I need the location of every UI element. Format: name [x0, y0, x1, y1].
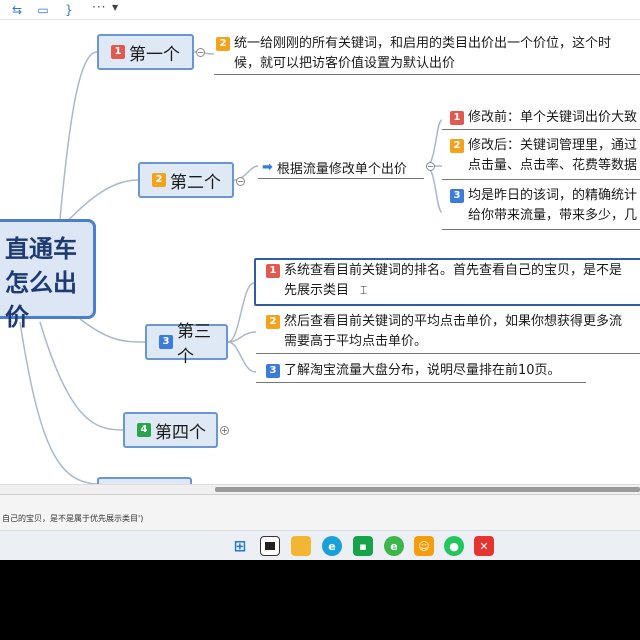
status-text: 自己的宝贝，是不是属于优先展示类目'): [2, 514, 144, 523]
topic-2-item-1[interactable]: 1 修改前：单个关键词出价大致: [450, 108, 640, 128]
topic-3-item-3[interactable]: 3 了解淘宝流量大盘分布，说明尽量排在前10页。: [266, 361, 640, 381]
wechat-icon[interactable]: ●: [444, 536, 464, 556]
topic-2-item-2[interactable]: 2 修改后：关键词管理里，通过 点击量、点击率、花费等数据: [450, 136, 640, 176]
topic-3-item-1[interactable]: 1 系统查看目前关键词的排名。首先查看自己的宝贝，是不是 先展示类目: [266, 261, 640, 301]
status-bar: 自己的宝贝，是不是属于优先展示类目'): [0, 494, 640, 530]
arrow-right-icon: ➡: [262, 160, 273, 175]
collapse-toggle-topic-2[interactable]: −: [236, 177, 245, 186]
priority-2-icon: 2: [152, 173, 166, 187]
topic-4-label: 第四个: [155, 422, 206, 443]
topic-3-item-2-underline: [256, 353, 640, 354]
topic-2-arrow-underline: [258, 178, 424, 179]
topic-3-item-2-line1: 然后查看目前关键词的平均点击单价，如果你想获得更多流: [284, 314, 623, 329]
windows-taskbar: ⊞ e ▪ e ☺ ● ✕: [0, 530, 640, 560]
topic-1-detail[interactable]: 2 统一给刚刚的所有关键词，和启用的类目出价出一个价位，这个时 候，就可以把访客…: [216, 34, 640, 74]
scrollbar-thumb[interactable]: [215, 487, 640, 492]
collapse-toggle-topic-1[interactable]: −: [196, 48, 205, 57]
collapse-toggle-topic-2-sub[interactable]: −: [426, 162, 435, 171]
topic-1-label: 第一个: [129, 44, 180, 65]
topic-4[interactable]: 4 第四个: [123, 412, 218, 448]
toolbar: ⇆ ▭ } ··· ▼: [0, 0, 640, 20]
topic-3-item-1-line2: 先展示类目: [284, 283, 350, 298]
priority-2-icon: 2: [266, 315, 280, 329]
topic-3-item-3-underline: [256, 382, 586, 383]
topic-3-item-1-line1: 系统查看目前关键词的排名。首先查看自己的宝贝，是不是: [284, 263, 623, 278]
priority-3-icon: 3: [266, 364, 280, 378]
more-icon[interactable]: ···: [92, 0, 106, 14]
central-topic-text: 直通车 怎么出价: [5, 235, 77, 331]
priority-2-icon: 2: [450, 139, 464, 153]
xmind-icon[interactable]: ✕: [474, 536, 494, 556]
priority-4-icon: 4: [137, 423, 151, 437]
topic-3-item-3-line1: 了解淘宝流量大盘分布，说明尽量排在前10页。: [284, 363, 561, 378]
task-view-icon[interactable]: [260, 536, 280, 556]
chevron-down-icon[interactable]: ▼: [112, 3, 118, 12]
topic-1-detail-line2: 候，就可以把访客价值设置为默认出价: [234, 56, 456, 71]
topic-2-item-1-underline: [442, 129, 640, 130]
topic-3[interactable]: 3 第三个: [145, 322, 228, 367]
priority-1-icon: 1: [111, 45, 125, 59]
app-icon[interactable]: ☺: [414, 536, 434, 556]
priority-3-icon: 3: [450, 189, 464, 203]
priority-2-icon: 2: [216, 37, 230, 51]
store-icon[interactable]: ▪: [353, 536, 373, 556]
screen: ⇆ ▭ } ··· ▼ 直通车 怎么出价 1 第一个 − 2 统一给刚刚的所有关…: [0, 0, 640, 560]
topic-2-arrow-text: 根据流量修改单个出价: [276, 162, 407, 177]
priority-3-icon: 3: [159, 335, 173, 349]
browser-icon[interactable]: e: [384, 536, 404, 556]
topic-2-label: 第二个: [170, 172, 221, 193]
topic-2-arrow-node[interactable]: ➡ 根据流量修改单个出价: [262, 158, 407, 177]
topic-2-item-2-underline: [442, 179, 640, 180]
mindmap-canvas[interactable]: 直通车 怎么出价 1 第一个 − 2 统一给刚刚的所有关键词，和启用的类目出价出…: [0, 32, 640, 497]
topic-1-detail-underline: [214, 74, 640, 75]
topic-2-item-3[interactable]: 3 均是昨日的该词，的精确统计 给你带来流量，带来多少，几: [450, 186, 640, 226]
topic-2-item-1-line1: 修改前：单个关键词出价大致: [468, 110, 638, 125]
topic-3-item-2-line2: 需要高于平均点击单价。: [284, 334, 428, 349]
topic-3-label: 第三个: [177, 322, 211, 367]
file-explorer-icon[interactable]: [291, 536, 311, 556]
windows-start-icon[interactable]: ⊞: [230, 536, 250, 556]
topic-2-item-2-line2: 点击量、点击率、花费等数据: [468, 158, 638, 173]
relationship-icon[interactable]: ⇆: [8, 2, 26, 18]
topic-3-item-2[interactable]: 2 然后查看目前关键词的平均点击单价，如果你想获得更多流 需要高于平均点击单价。: [266, 312, 640, 352]
edge-icon[interactable]: e: [322, 536, 342, 556]
horizontal-scrollbar[interactable]: [0, 484, 640, 494]
topic-2[interactable]: 2 第二个: [138, 162, 234, 198]
priority-1-icon: 1: [266, 264, 280, 278]
topic-1-detail-line1: 统一给刚刚的所有关键词，和启用的类目出价出一个价位，这个时: [234, 36, 612, 51]
topic-1[interactable]: 1 第一个: [97, 34, 194, 70]
topic-2-item-3-line1: 均是昨日的该词，的精确统计: [468, 188, 638, 203]
central-topic[interactable]: 直通车 怎么出价: [0, 219, 96, 331]
mouse-cursor-icon: ⌶: [360, 283, 368, 297]
priority-1-icon: 1: [450, 111, 464, 125]
boundary-icon[interactable]: ▭: [34, 2, 52, 18]
topic-2-item-3-line2: 给你带来流量，带来多少，几: [468, 208, 638, 223]
summary-icon[interactable]: }: [60, 2, 78, 18]
expand-toggle-topic-4[interactable]: +: [220, 426, 229, 435]
topic-2-item-3-underline: [442, 229, 640, 230]
topic-2-item-2-line1: 修改后：关键词管理里，通过: [468, 138, 638, 153]
